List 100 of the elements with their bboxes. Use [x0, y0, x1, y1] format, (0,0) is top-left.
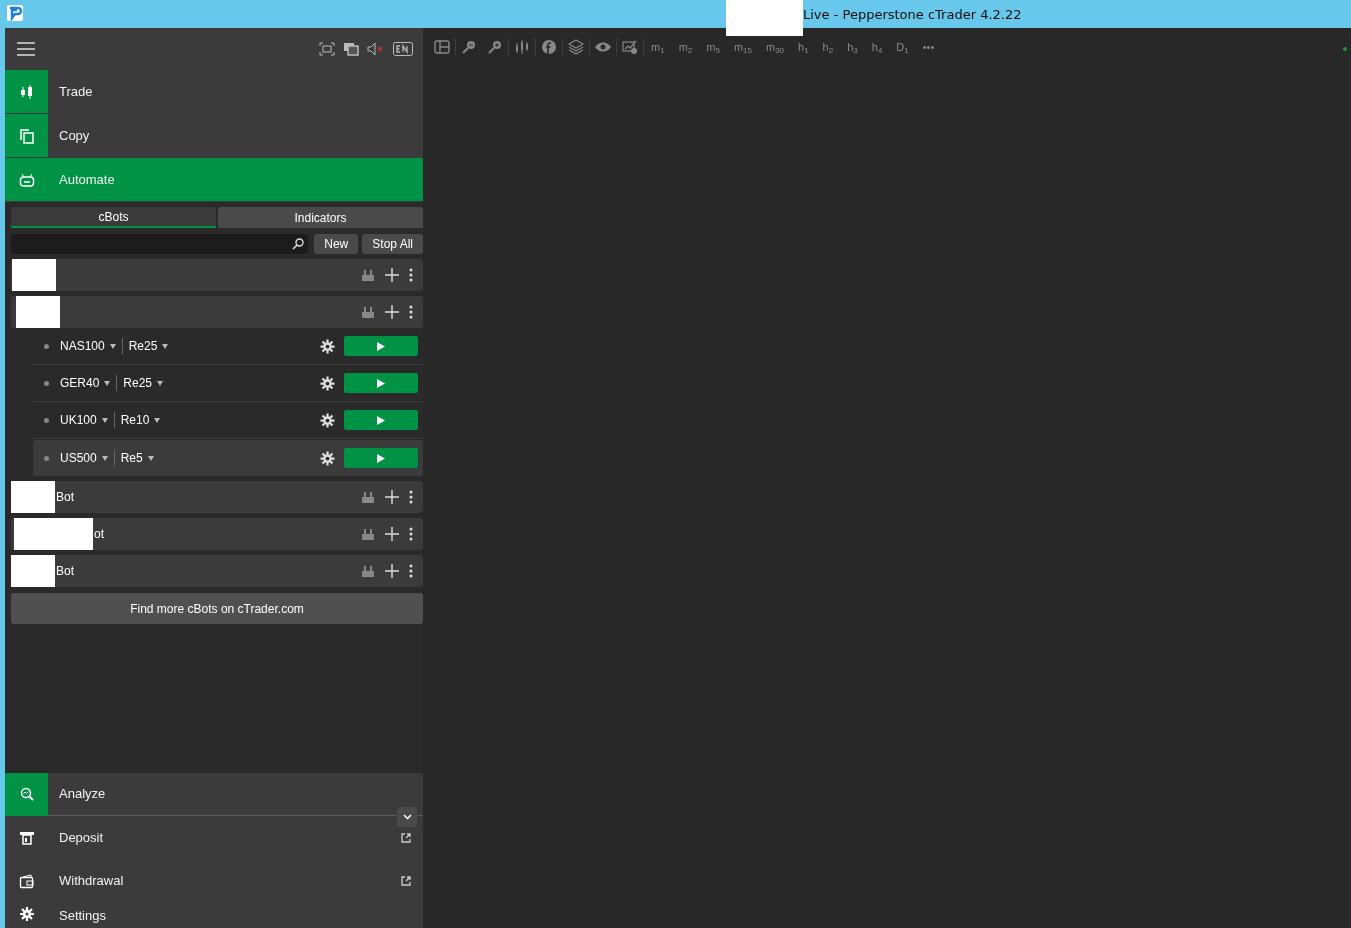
- more-options-icon[interactable]: [409, 268, 413, 282]
- find-more-button[interactable]: Find more cBots on cTrader.com: [11, 593, 423, 624]
- symbol-dropdown[interactable]: NAS100: [60, 337, 105, 355]
- mute-icon[interactable]: [367, 42, 385, 56]
- symbol-dropdown[interactable]: GER40: [60, 374, 100, 392]
- caret-icon: [157, 380, 164, 386]
- more-options-icon[interactable]: [409, 490, 413, 504]
- zoom-out-icon[interactable]: [461, 39, 477, 55]
- play-button[interactable]: [344, 448, 418, 468]
- nav-item[interactable]: Withdrawal: [5, 859, 423, 902]
- instance-row[interactable]: NAS100 Re25: [33, 328, 423, 365]
- instance-row[interactable]: UK100 Re10: [33, 402, 423, 439]
- gear-icon: [18, 906, 35, 922]
- search-field[interactable]: [11, 234, 309, 254]
- instance-row[interactable]: US500 Re5: [33, 440, 423, 476]
- play-button[interactable]: [344, 373, 418, 393]
- add-instance-icon[interactable]: [385, 305, 399, 319]
- timeframe-button[interactable]: h$_{4}$: [864, 38, 890, 56]
- f-circle-icon[interactable]: [541, 39, 557, 55]
- window-title: Live - Pepperstone cTrader 4.2.22: [803, 6, 1022, 24]
- external-link-icon[interactable]: [401, 832, 411, 843]
- timeframe-button[interactable]: m$_{30}$: [758, 38, 792, 56]
- play-icon: [377, 341, 385, 351]
- timeframe-button[interactable]: m$_{1}$: [644, 38, 672, 56]
- windows-icon[interactable]: [343, 42, 359, 56]
- instance-row[interactable]: GER40 Re25: [33, 365, 423, 402]
- nav-item[interactable]: Trade: [5, 70, 423, 113]
- nav-item[interactable]: Settings: [5, 902, 423, 928]
- settings-icon[interactable]: [320, 450, 335, 466]
- bot-row[interactable]: Bot: [11, 555, 423, 587]
- bot-row[interactable]: [11, 259, 423, 291]
- tab[interactable]: cBots: [11, 207, 216, 228]
- zoom-in-icon[interactable]: [487, 39, 503, 55]
- tab[interactable]: Indicators: [218, 207, 423, 228]
- play-icon: [377, 415, 385, 425]
- magnifier-chart-icon: [18, 786, 35, 802]
- status-dot: [44, 417, 49, 423]
- timeframe-dropdown[interactable]: Re10: [120, 411, 150, 429]
- external-link-icon[interactable]: [401, 875, 411, 886]
- status-dot: [44, 455, 49, 461]
- bot-name: Bot: [56, 563, 74, 580]
- add-instance-icon[interactable]: [385, 527, 399, 541]
- build-icon[interactable]: [361, 527, 375, 541]
- timeframe-dropdown[interactable]: Re5: [120, 449, 143, 467]
- timeframe-button[interactable]: m$_{15}$: [726, 38, 759, 56]
- layout-icon[interactable]: [434, 39, 450, 55]
- add-instance-icon[interactable]: [385, 490, 399, 504]
- build-icon[interactable]: [361, 490, 375, 504]
- menu-icon[interactable]: [17, 42, 35, 56]
- bot-row[interactable]: [11, 296, 423, 328]
- status-dot: [44, 380, 49, 386]
- caret-icon: [147, 455, 154, 461]
- symbol-dropdown[interactable]: UK100: [60, 411, 97, 429]
- fullscreen-icon[interactable]: [319, 42, 335, 56]
- app-logo-icon: [7, 5, 23, 21]
- layers-icon[interactable]: [568, 39, 584, 55]
- caret-icon: [101, 417, 108, 423]
- timeframe-dropdown[interactable]: Re25: [123, 374, 153, 392]
- timeframe-button[interactable]: h$_{3}$: [840, 38, 865, 56]
- caret-icon: [109, 343, 116, 349]
- timeframe-dropdown[interactable]: Re25: [128, 337, 158, 355]
- atm-icon: [18, 829, 35, 846]
- add-instance-icon[interactable]: [385, 564, 399, 578]
- more-options-icon[interactable]: [409, 564, 413, 578]
- play-button[interactable]: [344, 336, 418, 356]
- language-icon[interactable]: [393, 42, 413, 56]
- caret-icon: [101, 455, 108, 461]
- add-instance-icon[interactable]: [385, 268, 399, 282]
- settings-icon[interactable]: [320, 338, 335, 354]
- play-button[interactable]: [344, 410, 418, 430]
- settings-icon[interactable]: [320, 375, 335, 391]
- timeframe-button[interactable]: h$_{2}$: [815, 38, 841, 56]
- search-icon[interactable]: [292, 238, 305, 250]
- new-button[interactable]: New: [314, 234, 359, 254]
- status-dot: [44, 343, 49, 349]
- nav-item[interactable]: Copy: [5, 114, 423, 157]
- candlestick-chart-icon[interactable]: [514, 39, 530, 55]
- timeframe-button[interactable]: m$_{2}$: [671, 38, 700, 56]
- build-icon[interactable]: [361, 305, 375, 319]
- chart-settings-icon[interactable]: [622, 39, 638, 55]
- timeframe-button[interactable]: m$_{5}$: [699, 38, 727, 56]
- bot-row[interactable]: Bot: [11, 481, 423, 513]
- more-options-icon[interactable]: [409, 527, 413, 541]
- nav-item[interactable]: Automate: [5, 158, 423, 201]
- nav-item[interactable]: Deposit: [5, 816, 423, 859]
- more-button[interactable]: •••: [915, 38, 942, 56]
- symbol-dropdown[interactable]: US500: [60, 449, 97, 467]
- build-icon[interactable]: [361, 268, 375, 282]
- timeframe-button[interactable]: h$_{1}$: [791, 38, 816, 56]
- wallet-icon: [18, 872, 35, 889]
- settings-icon[interactable]: [320, 412, 335, 428]
- build-icon[interactable]: [361, 564, 375, 578]
- collapse-button[interactable]: [397, 807, 417, 827]
- bot-name: Bot: [56, 489, 74, 506]
- chevron-down-icon: [402, 814, 412, 820]
- stop-all-button[interactable]: Stop All: [362, 234, 423, 254]
- bot-row[interactable]: ot: [11, 518, 423, 550]
- timeframe-button[interactable]: D$_{1}$: [889, 38, 916, 56]
- more-options-icon[interactable]: [409, 305, 413, 319]
- nav-item[interactable]: Analyze: [5, 773, 423, 816]
